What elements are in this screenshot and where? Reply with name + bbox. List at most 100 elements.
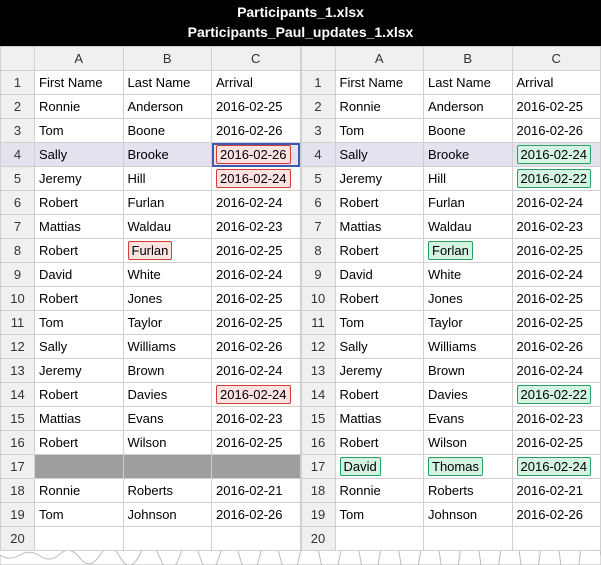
cell[interactable]: 2016-02-26 xyxy=(212,119,301,143)
cell[interactable]: 2016-02-25 xyxy=(512,431,601,455)
cell[interactable]: Mattias xyxy=(35,407,124,431)
cell[interactable]: Robert xyxy=(335,431,424,455)
cell[interactable]: Forlan xyxy=(424,239,513,263)
cell[interactable]: Mattias xyxy=(335,407,424,431)
row-header[interactable]: 11 xyxy=(301,311,335,335)
row-header[interactable]: 12 xyxy=(1,335,35,359)
col-header[interactable]: B xyxy=(123,47,212,71)
row-header[interactable]: 15 xyxy=(1,407,35,431)
row-header[interactable]: 17 xyxy=(1,455,35,479)
cell[interactable]: Boone xyxy=(424,119,513,143)
cell[interactable]: 2016-02-22 xyxy=(512,383,601,407)
cell[interactable]: Hill xyxy=(123,167,212,191)
cell[interactable]: Tom xyxy=(335,503,424,527)
cell[interactable]: 2016-02-26 xyxy=(212,335,301,359)
cell[interactable] xyxy=(35,527,124,551)
cell[interactable]: Robert xyxy=(335,383,424,407)
cell[interactable] xyxy=(512,527,601,551)
row-header[interactable]: 6 xyxy=(301,191,335,215)
cell[interactable]: Mattias xyxy=(35,215,124,239)
cell[interactable]: Tom xyxy=(35,503,124,527)
cell[interactable]: Roberts xyxy=(123,479,212,503)
cell[interactable]: Taylor xyxy=(123,311,212,335)
cell[interactable]: 2016-02-21 xyxy=(512,479,601,503)
cell[interactable]: Brooke xyxy=(424,143,513,167)
cell[interactable]: Jeremy xyxy=(35,359,124,383)
cell[interactable]: David xyxy=(335,455,424,479)
cell[interactable]: Waldau xyxy=(123,215,212,239)
cell[interactable]: Sally xyxy=(335,335,424,359)
cell[interactable]: Jeremy xyxy=(335,167,424,191)
cell[interactable]: Wilson xyxy=(123,431,212,455)
cell[interactable]: Jones xyxy=(123,287,212,311)
cell[interactable]: First Name xyxy=(335,71,424,95)
col-header[interactable]: C xyxy=(212,47,301,71)
cell[interactable]: Robert xyxy=(35,239,124,263)
cell[interactable]: Jones xyxy=(424,287,513,311)
cell[interactable]: 2016-02-26 xyxy=(212,503,301,527)
cell[interactable] xyxy=(424,527,513,551)
row-header[interactable]: 2 xyxy=(1,95,35,119)
row-header[interactable]: 6 xyxy=(1,191,35,215)
row-header[interactable]: 7 xyxy=(301,215,335,239)
cell[interactable]: Furlan xyxy=(123,239,212,263)
cell[interactable]: Wilson xyxy=(424,431,513,455)
cell[interactable]: Tom xyxy=(335,119,424,143)
cell[interactable] xyxy=(123,527,212,551)
right-grid[interactable]: A B C 1First NameLast NameArrival2Ronnie… xyxy=(301,46,601,551)
cell[interactable]: Mattias xyxy=(335,215,424,239)
row-header[interactable]: 19 xyxy=(301,503,335,527)
row-header[interactable]: 14 xyxy=(1,383,35,407)
row-header[interactable]: 8 xyxy=(301,239,335,263)
cell[interactable]: 2016-02-24 xyxy=(212,383,301,407)
row-header[interactable]: 13 xyxy=(301,359,335,383)
cell[interactable]: Davies xyxy=(123,383,212,407)
cell[interactable]: David xyxy=(35,263,124,287)
cell[interactable]: Hill xyxy=(424,167,513,191)
cell[interactable]: Thomas xyxy=(424,455,513,479)
cell[interactable]: White xyxy=(424,263,513,287)
cell[interactable]: Anderson xyxy=(424,95,513,119)
cell[interactable]: 2016-02-24 xyxy=(212,167,301,191)
cell[interactable]: 2016-02-25 xyxy=(212,431,301,455)
cell[interactable] xyxy=(335,527,424,551)
cell[interactable]: Williams xyxy=(123,335,212,359)
col-header[interactable]: C xyxy=(512,47,601,71)
row-header[interactable]: 3 xyxy=(1,119,35,143)
cell[interactable] xyxy=(212,455,301,479)
row-header[interactable]: 7 xyxy=(1,215,35,239)
cell[interactable]: Williams xyxy=(424,335,513,359)
cell[interactable]: Taylor xyxy=(424,311,513,335)
cell[interactable]: First Name xyxy=(35,71,124,95)
cell[interactable]: Tom xyxy=(335,311,424,335)
cell[interactable]: Robert xyxy=(335,287,424,311)
cell[interactable] xyxy=(123,455,212,479)
cell[interactable]: Waldau xyxy=(424,215,513,239)
col-header[interactable]: A xyxy=(35,47,124,71)
cell[interactable]: 2016-02-23 xyxy=(512,215,601,239)
row-header[interactable]: 3 xyxy=(301,119,335,143)
row-header[interactable]: 19 xyxy=(1,503,35,527)
cell[interactable]: Sally xyxy=(35,335,124,359)
cell[interactable]: 2016-02-24 xyxy=(212,359,301,383)
row-header[interactable]: 20 xyxy=(1,527,35,551)
row-header[interactable]: 15 xyxy=(301,407,335,431)
row-header[interactable]: 4 xyxy=(301,143,335,167)
cell[interactable]: Tom xyxy=(35,119,124,143)
cell[interactable]: 2016-02-24 xyxy=(512,263,601,287)
cell[interactable]: 2016-02-25 xyxy=(512,95,601,119)
cell[interactable]: Ronnie xyxy=(35,479,124,503)
cell[interactable]: Furlan xyxy=(123,191,212,215)
cell[interactable]: Jeremy xyxy=(35,167,124,191)
cell[interactable]: 2016-02-24 xyxy=(512,359,601,383)
cell[interactable]: 2016-02-26 xyxy=(512,335,601,359)
row-header[interactable]: 17 xyxy=(301,455,335,479)
cell[interactable]: Ronnie xyxy=(335,95,424,119)
cell[interactable]: Tom xyxy=(35,311,124,335)
cell[interactable]: 2016-02-25 xyxy=(212,95,301,119)
row-header[interactable]: 10 xyxy=(301,287,335,311)
corner-cell[interactable] xyxy=(1,47,35,71)
cell[interactable]: 2016-02-24 xyxy=(212,263,301,287)
row-header[interactable]: 12 xyxy=(301,335,335,359)
cell[interactable]: Robert xyxy=(35,287,124,311)
